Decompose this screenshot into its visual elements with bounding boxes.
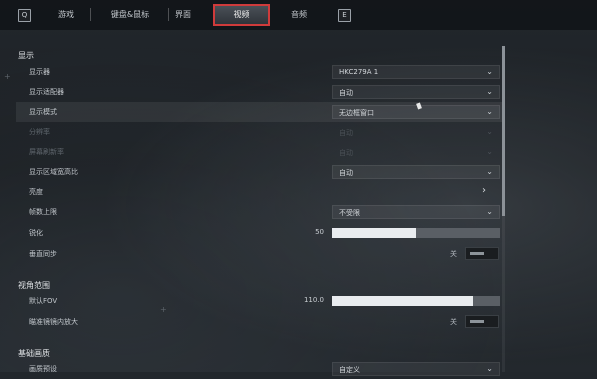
section-display-title: 显示: [18, 51, 34, 60]
section-basic-quality-title: 基础画质: [18, 349, 50, 358]
adapter-value: 自动: [339, 89, 353, 97]
monitor-label: 显示器: [29, 68, 50, 76]
chevron-down-icon: ⌄: [486, 147, 493, 156]
next-tab-key[interactable]: E: [338, 9, 351, 22]
setting-display-mode: 显示模式 无边框窗口 ⌄: [16, 102, 502, 122]
tab-keyboard-mouse[interactable]: 键盘&鼠标: [94, 4, 166, 26]
resolution-value: 自动: [339, 129, 353, 137]
chevron-down-icon: ⌄: [486, 107, 493, 116]
vsync-toggle[interactable]: [465, 247, 499, 260]
setting-adapter: 显示适配器 自动 ⌄: [16, 82, 502, 102]
setting-aspect-ratio: 显示区域宽高比 自动 ⌄: [16, 162, 502, 182]
setting-refresh-rate: 屏幕刷新率 自动 ⌄: [16, 142, 502, 162]
tab-divider: [90, 8, 91, 21]
scope-zoom-label: 瞄准镜镜内放大: [29, 318, 78, 326]
prev-tab-key[interactable]: Q: [18, 9, 31, 22]
display-mode-value: 无边框窗口: [339, 109, 374, 117]
display-mode-label: 显示模式: [29, 108, 57, 116]
setting-default-fov: 默认FOV 110.0: [16, 291, 502, 311]
background-plus-mark: +: [4, 72, 11, 81]
brightness-label: 亮度: [29, 188, 43, 196]
monitor-value: HKC279A 1: [339, 68, 379, 76]
adapter-dropdown[interactable]: 自动 ⌄: [332, 85, 500, 99]
aspect-ratio-dropdown[interactable]: 自动 ⌄: [332, 165, 500, 179]
quality-preset-label: 画质预设: [29, 365, 57, 373]
fps-cap-label: 帧数上限: [29, 208, 57, 216]
adapter-label: 显示适配器: [29, 88, 64, 96]
aspect-ratio-value: 自动: [339, 169, 353, 177]
setting-vsync: 垂直同步 关: [16, 244, 502, 264]
background-plus-mark: +: [160, 305, 167, 314]
tab-video[interactable]: 视频: [213, 4, 270, 26]
sharpen-slider-fill: [332, 228, 416, 238]
setting-scope-zoom: 瞄准镜镜内放大 关: [16, 312, 502, 332]
toggle-knob: [470, 252, 484, 255]
aspect-ratio-label: 显示区域宽高比: [29, 168, 78, 176]
vsync-state: 关: [450, 250, 457, 258]
tab-game[interactable]: 游戏: [44, 4, 88, 26]
scope-zoom-toggle[interactable]: [465, 315, 499, 328]
refresh-rate-label: 屏幕刷新率: [29, 148, 64, 156]
fps-cap-dropdown[interactable]: 不受限 ⌄: [332, 205, 500, 219]
refresh-rate-value: 自动: [339, 149, 353, 157]
quality-preset-dropdown[interactable]: 自定义 ⌄: [332, 362, 500, 376]
section-fov-title: 视角范围: [18, 281, 50, 290]
setting-fps-cap: 帧数上限 不受限 ⌄: [16, 202, 502, 222]
default-fov-value: 110.0: [303, 296, 324, 304]
tab-audio[interactable]: 音频: [276, 4, 322, 26]
setting-brightness[interactable]: 亮度 ›: [16, 182, 502, 202]
chevron-down-icon: ⌄: [486, 207, 493, 216]
setting-sharpen: 锐化 50: [16, 223, 502, 243]
resolution-label: 分辨率: [29, 128, 50, 136]
vsync-label: 垂直同步: [29, 250, 57, 258]
sharpen-label: 锐化: [29, 229, 43, 237]
scrollbar-thumb[interactable]: [502, 46, 505, 216]
refresh-rate-dropdown: 自动 ⌄: [332, 145, 500, 159]
fps-cap-value: 不受限: [339, 209, 360, 217]
chevron-right-icon[interactable]: ›: [482, 185, 486, 196]
tab-interface[interactable]: 界面: [160, 4, 206, 26]
sharpen-value: 50: [315, 228, 324, 236]
chevron-down-icon: ⌄: [486, 67, 493, 76]
chevron-down-icon: ⌄: [486, 87, 493, 96]
settings-scrollbar[interactable]: [502, 46, 505, 372]
settings-tab-bar: Q 游戏 键盘&鼠标 界面 视频 音频 E: [0, 0, 597, 30]
chevron-down-icon: ⌄: [486, 127, 493, 136]
setting-monitor: 显示器 HKC279A 1 ⌄: [16, 62, 502, 82]
monitor-dropdown[interactable]: HKC279A 1 ⌄: [332, 65, 500, 79]
default-fov-slider[interactable]: [332, 296, 500, 306]
default-fov-slider-fill: [332, 296, 474, 306]
quality-preset-value: 自定义: [339, 366, 360, 374]
display-mode-dropdown[interactable]: 无边框窗口 ⌄: [332, 105, 500, 119]
default-fov-label: 默认FOV: [29, 297, 58, 305]
setting-resolution: 分辨率 自动 ⌄: [16, 122, 502, 142]
sharpen-slider[interactable]: [332, 228, 500, 238]
toggle-knob: [470, 320, 484, 323]
resolution-dropdown: 自动 ⌄: [332, 125, 500, 139]
chevron-down-icon: ⌄: [486, 167, 493, 176]
setting-quality-preset: 画质预设 自定义 ⌄: [16, 359, 502, 379]
scope-zoom-state: 关: [450, 318, 457, 326]
